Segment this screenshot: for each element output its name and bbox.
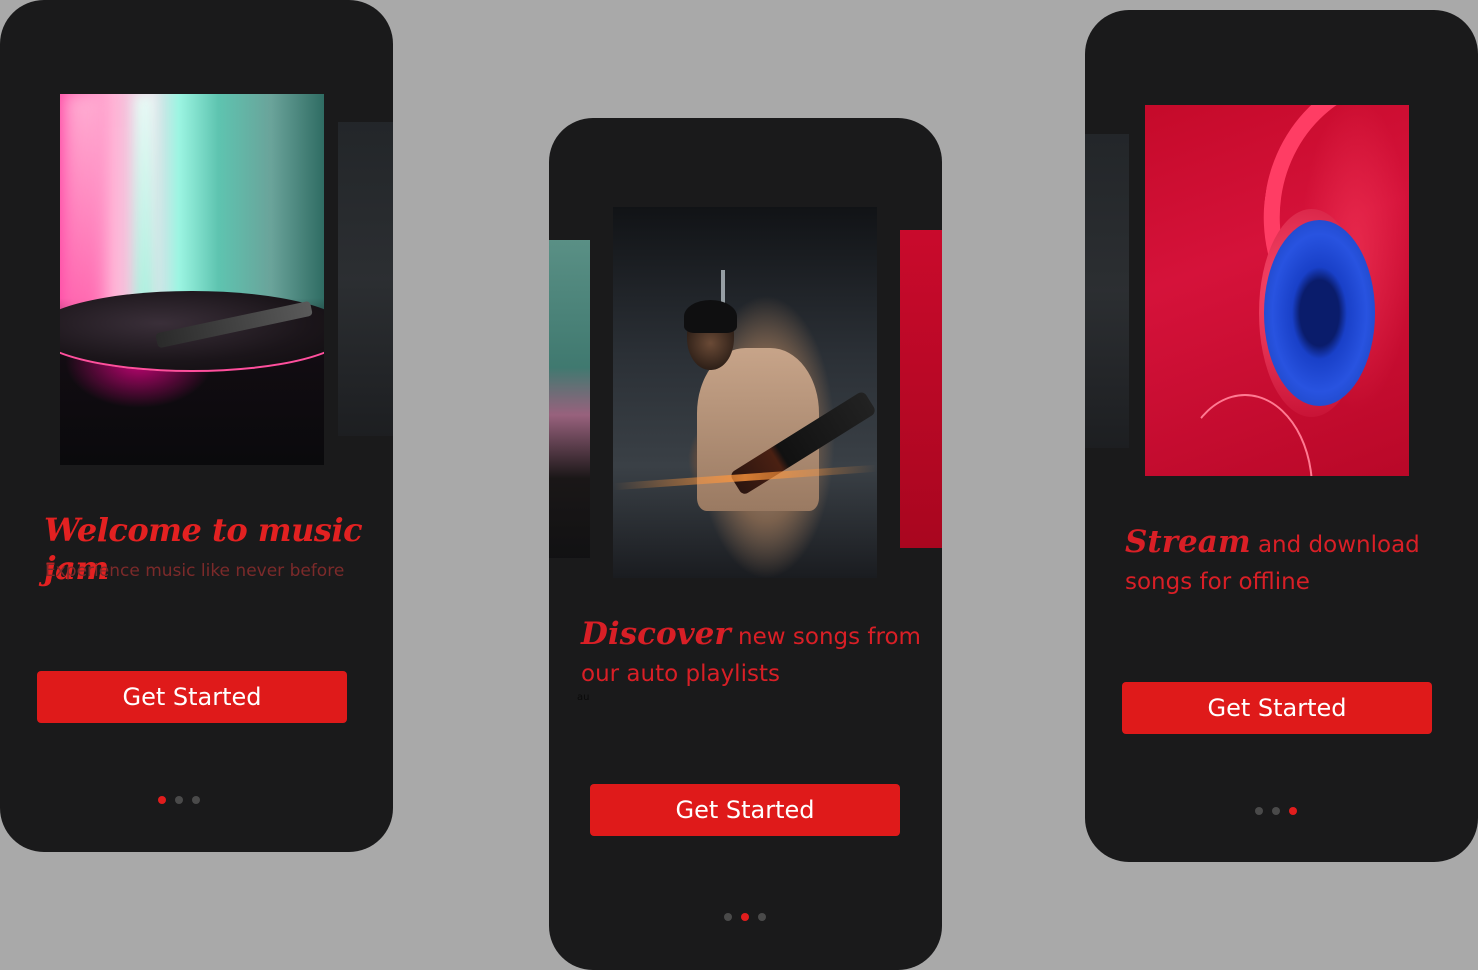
onboarding-screen-welcome: Welcome to music jam Experience music li… — [0, 0, 393, 852]
get-started-button[interactable]: Get Started — [1122, 682, 1432, 734]
guitarist-photo — [613, 207, 877, 578]
onboarding-screen-stream: Stream and download songs for offline Ge… — [1085, 10, 1478, 862]
headphones-photo — [1145, 105, 1409, 476]
page-dot-1[interactable] — [724, 913, 732, 921]
previous-slide-preview — [1085, 134, 1129, 448]
page-dot-3[interactable] — [758, 913, 766, 921]
page-dot-2[interactable] — [175, 796, 183, 804]
next-slide-preview — [338, 122, 393, 436]
page-indicator — [1255, 807, 1297, 815]
stream-title: Stream and download songs for offline — [1125, 524, 1465, 601]
page-dot-1[interactable] — [158, 796, 166, 804]
turntable-photo — [60, 94, 324, 465]
stray-text: au — [577, 692, 590, 703]
next-slide-preview — [900, 230, 942, 548]
page-dot-3[interactable] — [192, 796, 200, 804]
get-started-button[interactable]: Get Started — [37, 671, 347, 723]
get-started-button[interactable]: Get Started — [590, 784, 900, 836]
discover-title: Discover new songs from our auto playlis… — [581, 616, 931, 693]
page-indicator — [724, 913, 766, 921]
previous-slide-preview — [549, 240, 590, 558]
page-dot-2[interactable] — [1272, 807, 1280, 815]
page-dot-2[interactable] — [741, 913, 749, 921]
welcome-subtitle: Experience music like never before — [45, 561, 345, 581]
page-dot-1[interactable] — [1255, 807, 1263, 815]
onboarding-screen-discover: Discover new songs from our auto playlis… — [549, 118, 942, 970]
page-indicator — [158, 796, 200, 804]
page-dot-3[interactable] — [1289, 807, 1297, 815]
stream-title-strong: Stream — [1125, 524, 1251, 560]
discover-title-strong: Discover — [581, 616, 731, 652]
